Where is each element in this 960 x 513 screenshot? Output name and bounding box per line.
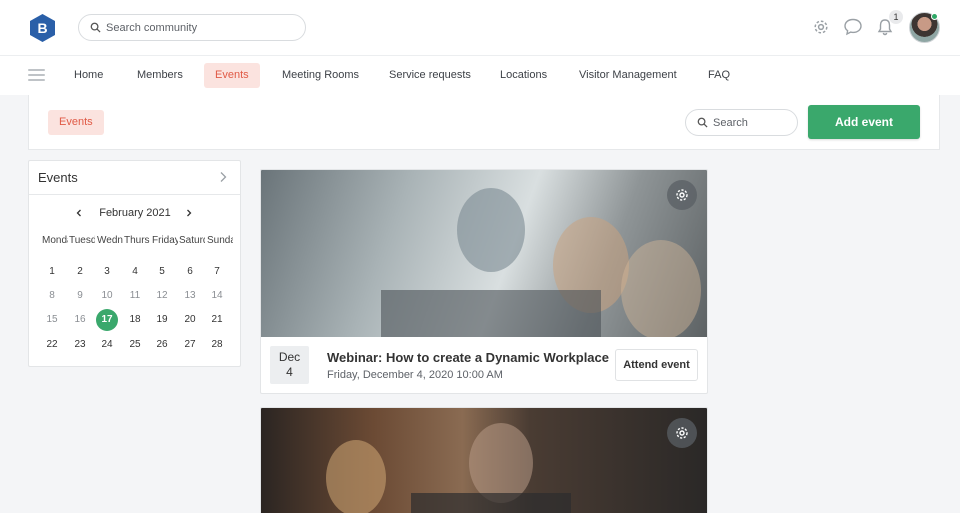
weekday-header: Wednesday (97, 235, 123, 246)
calendar-month-label: February 2021 (99, 207, 171, 219)
calendar-day[interactable]: 5 (151, 261, 173, 283)
chat-bubble-icon[interactable] (843, 17, 863, 37)
events-search-input[interactable]: Search (685, 109, 798, 136)
calendar-day[interactable]: 6 (179, 261, 201, 283)
chevron-left-icon[interactable] (75, 208, 83, 218)
calendar-day[interactable]: 20 (179, 309, 201, 331)
search-placeholder: Search community (106, 21, 198, 34)
calendar-day[interactable]: 24 (96, 334, 118, 356)
weekday-header: Tuesday (69, 235, 95, 246)
event-month: Dec (278, 350, 301, 364)
gear-icon (676, 427, 688, 439)
calendar-day[interactable]: 18 (124, 309, 146, 331)
event-datetime: Friday, December 4, 2020 10:00 AM (327, 369, 503, 381)
b-logo-icon[interactable]: B (28, 13, 57, 43)
event-settings-button[interactable] (667, 418, 697, 448)
calendar-day[interactable]: 2 (69, 261, 91, 283)
nav-item-visitor-management[interactable]: Visitor Management (568, 63, 688, 88)
nav-item-members[interactable]: Members (126, 63, 194, 88)
svg-text:B: B (37, 20, 47, 36)
calendar-day[interactable]: 26 (151, 334, 173, 356)
calendar-day[interactable]: 16 (69, 309, 91, 331)
search-icon (697, 117, 708, 128)
chevron-right-icon[interactable] (185, 208, 193, 218)
calendar-day[interactable]: 11 (124, 285, 146, 307)
notification-badge[interactable]: 1 (889, 10, 903, 24)
event-date-badge: Dec 4 (270, 346, 309, 384)
calendar-day[interactable]: 3 (96, 261, 118, 283)
gear-icon[interactable] (811, 17, 831, 37)
weekday-header: Thursday (124, 235, 150, 246)
nav-item-home[interactable]: Home (63, 63, 114, 88)
calendar-day[interactable]: 10 (96, 285, 118, 307)
search-icon (90, 22, 101, 33)
event-settings-button[interactable] (667, 180, 697, 210)
calendar-day[interactable]: 14 (206, 285, 228, 307)
hamburger-menu-icon[interactable] (28, 69, 45, 81)
weekday-header: Sunday (207, 235, 233, 246)
weekday-header: Saturday (179, 235, 205, 246)
search-placeholder: Search (713, 116, 748, 129)
calendar-title: Events (38, 170, 78, 185)
attend-event-button[interactable]: Attend event (615, 349, 698, 381)
chevron-right-icon[interactable] (219, 171, 227, 183)
calendar-day[interactable]: 23 (69, 334, 91, 356)
calendar-day[interactable]: 28 (206, 334, 228, 356)
online-status-dot (931, 13, 938, 20)
event-day: 4 (286, 365, 293, 379)
calendar-day[interactable]: 27 (179, 334, 201, 356)
calendar-day[interactable]: 13 (179, 285, 201, 307)
event-photo-people (381, 188, 701, 340)
weekday-header: Friday (152, 235, 178, 246)
nav-item-faq[interactable]: FAQ (697, 63, 741, 88)
calendar-day[interactable]: 12 (151, 285, 173, 307)
calendar-day[interactable]: 21 (206, 309, 228, 331)
calendar-day[interactable]: 19 (151, 309, 173, 331)
nav-item-locations[interactable]: Locations (489, 63, 558, 88)
tab-events[interactable]: Events (48, 110, 104, 135)
nav-item-service-requests[interactable]: Service requests (378, 63, 482, 88)
main-nav: Home Members Events Meeting Rooms Servic… (0, 55, 960, 95)
calendar-day[interactable]: 7 (206, 261, 228, 283)
event-cover-image[interactable] (261, 170, 707, 340)
calendar-day[interactable]: 8 (41, 285, 63, 307)
event-cover-image[interactable] (261, 408, 707, 513)
calendar-day[interactable]: 1 (41, 261, 63, 283)
event-photo-people (326, 423, 571, 513)
calendar-divider (29, 194, 240, 195)
event-card[interactable] (260, 407, 708, 513)
weekday-header: Monday (42, 235, 68, 246)
add-event-button[interactable]: Add event (808, 105, 920, 139)
calendar-day[interactable]: 4 (124, 261, 146, 283)
gear-icon (676, 189, 688, 201)
calendar-day-today[interactable]: 17 (96, 309, 118, 331)
calendar-day[interactable]: 22 (41, 334, 63, 356)
events-header-card (28, 95, 940, 150)
nav-item-events[interactable]: Events (204, 63, 260, 88)
calendar-day[interactable]: 25 (124, 334, 146, 356)
calendar-day[interactable]: 15 (41, 309, 63, 331)
event-title[interactable]: Webinar: How to create a Dynamic Workpla… (327, 350, 609, 365)
community-search-input[interactable]: Search community (78, 14, 306, 41)
nav-item-meeting-rooms[interactable]: Meeting Rooms (271, 63, 370, 88)
calendar-day[interactable]: 9 (69, 285, 91, 307)
